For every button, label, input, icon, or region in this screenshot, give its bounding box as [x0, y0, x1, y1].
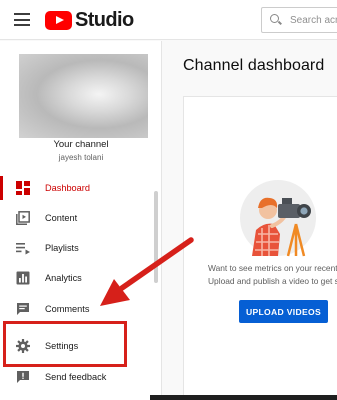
sidebar-item-settings[interactable]: Settings	[0, 331, 152, 361]
sidebar-item-dashboard[interactable]: Dashboard	[0, 173, 152, 203]
comments-icon	[17, 303, 29, 315]
sidebar-item-analytics[interactable]: Analytics	[0, 263, 152, 293]
youtube-play-icon	[45, 11, 72, 30]
content-icon	[16, 211, 30, 225]
sidebar-item-comments[interactable]: Comments	[0, 294, 152, 324]
sidebar-item-label: Comments	[45, 304, 90, 314]
your-channel-label: Your channel	[53, 139, 109, 150]
hamburger-menu-icon[interactable]	[14, 13, 30, 26]
sidebar-scrollbar[interactable]	[154, 191, 158, 283]
bottom-edge-bar	[150, 395, 337, 400]
sidebar-item-label: Settings	[45, 341, 79, 351]
feedback-icon	[17, 371, 29, 383]
sidebar-item-playlists[interactable]: Playlists	[0, 233, 152, 263]
dashboard-icon	[16, 181, 30, 195]
search-box[interactable]	[261, 7, 337, 33]
sidebar-item-label: Dashboard	[45, 183, 90, 193]
metrics-line-2: Upload and publish a video to get st	[208, 276, 337, 286]
search-input[interactable]	[290, 14, 337, 26]
sidebar-item-label: Analytics	[45, 273, 82, 283]
search-icon	[270, 14, 282, 26]
camera-operator-illustration	[240, 180, 316, 257]
sidebar-item-label: Send feedback	[45, 372, 107, 382]
sidebar-item-label: Content	[45, 213, 78, 223]
sidebar-item-label: Playlists	[45, 243, 79, 253]
gear-icon	[16, 339, 30, 353]
sidebar-item-content[interactable]: Content	[0, 203, 152, 233]
youtube-studio-logo[interactable]: Studio	[45, 9, 134, 31]
active-indicator	[0, 176, 3, 200]
page-title: Channel dashboard	[183, 57, 325, 74]
channel-thumbnail[interactable]	[19, 54, 148, 138]
upload-videos-button[interactable]: UPLOAD VIDEOS	[239, 300, 328, 323]
sidebar: Your channel jayesh tolani Dashboard Con…	[0, 41, 162, 400]
playlists-icon	[16, 243, 30, 255]
sidebar-item-send-feedback[interactable]: Send feedback	[0, 362, 152, 392]
metrics-message: Want to see metrics on your recent Uploa…	[208, 262, 337, 288]
logo-text: Studio	[75, 9, 134, 31]
metrics-line-1: Want to see metrics on your recent	[208, 263, 337, 273]
top-bar: Studio	[0, 0, 337, 40]
analytics-icon	[16, 271, 30, 285]
channel-name: jayesh tolani	[58, 153, 104, 162]
